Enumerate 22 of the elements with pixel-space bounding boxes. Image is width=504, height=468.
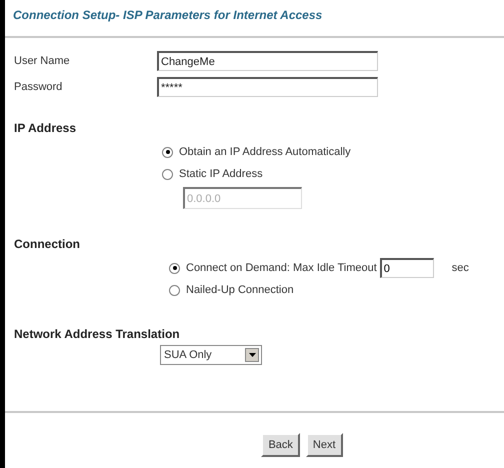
- option-label: Obtain an IP Address Automatically: [179, 144, 351, 160]
- radio-button[interactable]: [169, 284, 180, 296]
- radio-button[interactable]: [162, 168, 173, 180]
- caret-icon: [245, 348, 259, 362]
- field-label: Password: [14, 80, 64, 95]
- section-heading: Network Address Translation: [13, 326, 181, 343]
- input-field[interactable]: ChangeMe: [157, 51, 378, 71]
- field-label: User Name: [14, 54, 71, 69]
- section-heading: IP Address: [13, 120, 78, 137]
- form-button[interactable]: Next: [306, 433, 343, 457]
- section-heading: Connection: [13, 236, 81, 253]
- input-field[interactable]: *****: [157, 77, 378, 97]
- unit-label: sec: [452, 260, 469, 276]
- radio-button[interactable]: [162, 146, 173, 158]
- form-button[interactable]: Back: [261, 433, 300, 457]
- option-label: Static IP Address: [179, 166, 263, 182]
- radio-button[interactable]: [169, 262, 180, 274]
- timeout-field[interactable]: 0: [380, 258, 434, 278]
- option-label: Connect on Demand: Max Idle Timeout: [186, 260, 377, 276]
- nat-dropdown[interactable]: SUA Only: [160, 345, 262, 365]
- page-title: Connection Setup- ISP Parameters for Internet Access: [12, 7, 324, 24]
- option-label: Nailed-Up Connection: [186, 282, 294, 298]
